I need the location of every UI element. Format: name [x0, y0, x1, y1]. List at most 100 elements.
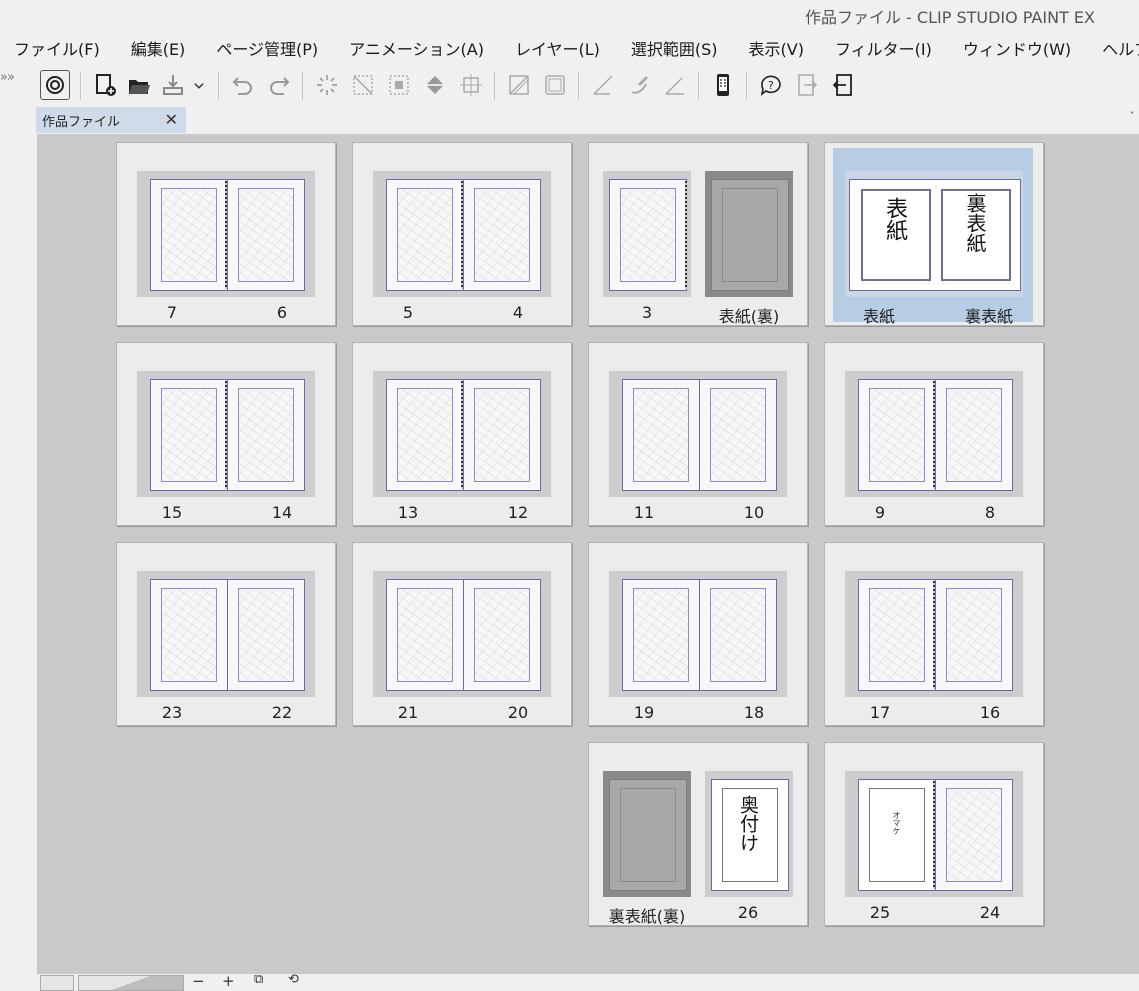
- page-thumbnail[interactable]: [609, 779, 687, 891]
- smartphone-icon[interactable]: [708, 70, 738, 100]
- spread-11-10[interactable]: 11 10: [588, 342, 808, 526]
- export-page-icon[interactable]: [792, 70, 822, 100]
- page-label: 7: [166, 303, 178, 322]
- page-thumbnail[interactable]: [150, 179, 228, 291]
- page-thumbnail[interactable]: [227, 179, 305, 291]
- transform-icon[interactable]: [456, 70, 486, 100]
- rotate-view-icon[interactable]: ⟲: [288, 972, 299, 987]
- page-label: 20: [507, 703, 529, 722]
- page-thumbnail[interactable]: [858, 379, 936, 491]
- navigator-thumbnail[interactable]: [40, 975, 74, 991]
- colophon-handwriting: 奥付け: [737, 795, 759, 852]
- page-thumbnail[interactable]: [711, 179, 789, 291]
- redo-icon[interactable]: [264, 70, 294, 100]
- page-label: 15: [161, 503, 183, 522]
- menu-page-management[interactable]: ページ管理(P): [216, 36, 318, 60]
- page-thumbnail[interactable]: [386, 579, 464, 691]
- page-thumbnail[interactable]: [227, 579, 305, 691]
- zoom-slider[interactable]: [78, 975, 184, 991]
- page-label: 12: [507, 503, 529, 522]
- show-selection-icon[interactable]: [504, 70, 534, 100]
- page-label: 5: [402, 303, 414, 322]
- page-thumbnail[interactable]: [858, 579, 936, 691]
- page-thumbnail[interactable]: [150, 379, 228, 491]
- spread-13-12[interactable]: 13 12: [352, 342, 572, 526]
- page-thumbnail[interactable]: [227, 379, 305, 491]
- tab-document[interactable]: 作品ファイル ✕: [36, 107, 186, 133]
- svg-text:?: ?: [768, 79, 774, 92]
- spread-21-20[interactable]: 21 20: [352, 542, 572, 726]
- clear-icon[interactable]: [312, 70, 342, 100]
- page-thumbnail[interactable]: [622, 579, 700, 691]
- menu-edit[interactable]: 編集(E): [131, 36, 186, 60]
- menu-layer[interactable]: レイヤー(L): [515, 36, 600, 60]
- ruler-icon[interactable]: [588, 70, 618, 100]
- fill-icon[interactable]: [420, 70, 450, 100]
- menu-file[interactable]: ファイル(F): [14, 36, 100, 60]
- dropdown-chevron-icon[interactable]: [190, 70, 208, 100]
- spread-19-18[interactable]: 19 18: [588, 542, 808, 726]
- menu-bar: ファイル(F) 編集(E) ページ管理(P) アニメーション(A) レイヤー(L…: [0, 34, 1139, 62]
- page-label: 19: [633, 703, 655, 722]
- page-thumbnail[interactable]: [858, 779, 936, 891]
- page-thumbnail[interactable]: [699, 579, 777, 691]
- select-all-icon[interactable]: [540, 70, 570, 100]
- menu-view[interactable]: 表示(V): [749, 36, 804, 60]
- help-icon[interactable]: ?: [756, 70, 786, 100]
- spread-15-14[interactable]: 15 14: [116, 342, 336, 526]
- pen-ruler-icon[interactable]: [624, 70, 654, 100]
- menu-animation[interactable]: アニメーション(A): [349, 36, 484, 60]
- zoom-in-button[interactable]: +: [222, 972, 235, 990]
- zoom-out-button[interactable]: −: [192, 972, 205, 990]
- page-label: 裏表紙: [964, 307, 1013, 326]
- spread-25-24[interactable]: オマケ 25 24: [824, 742, 1044, 926]
- back-cover-handwriting: 裏表紙: [963, 193, 987, 253]
- window-title: 作品ファイル - CLIP STUDIO PAINT EX: [804, 8, 1095, 27]
- menu-filter[interactable]: フィルター(I): [835, 36, 932, 60]
- omake-handwriting: オマケ: [892, 811, 901, 835]
- page-thumbnail[interactable]: [386, 379, 464, 491]
- page-thumbnail[interactable]: [935, 779, 1013, 891]
- menu-selection[interactable]: 選択範囲(S): [631, 36, 718, 60]
- spread-cover[interactable]: 表紙 裏表紙 表紙 裏表紙: [824, 142, 1044, 326]
- chevron-down-icon[interactable]: ˇ: [1130, 110, 1136, 123]
- fit-page-icon[interactable]: ⧉: [254, 972, 263, 987]
- page-thumbnail[interactable]: [463, 179, 541, 291]
- page-label: 18: [743, 703, 765, 722]
- page-thumbnail[interactable]: [609, 179, 687, 291]
- spread-back-cover-inside-26[interactable]: 奥付け 裏表紙(裏) 26: [588, 742, 808, 926]
- import-page-icon[interactable]: [828, 70, 858, 100]
- close-icon[interactable]: ✕: [165, 110, 178, 129]
- undo-icon[interactable]: [228, 70, 258, 100]
- export-icon[interactable]: [158, 70, 188, 100]
- page-label: 4: [512, 303, 524, 322]
- spread-5-4[interactable]: 5 4: [352, 142, 572, 326]
- page-label: 16: [979, 703, 1001, 722]
- clip-studio-icon[interactable]: [40, 70, 70, 100]
- select-area-icon[interactable]: [384, 70, 414, 100]
- new-file-icon[interactable]: [90, 70, 120, 100]
- page-thumbnail[interactable]: [150, 579, 228, 691]
- spread-7-6[interactable]: 7 6: [116, 142, 336, 326]
- open-file-icon[interactable]: [124, 70, 154, 100]
- expand-panel-icon[interactable]: »»: [0, 70, 15, 85]
- spread-3-cover-back[interactable]: 3 表紙(裏): [588, 142, 808, 326]
- spread-9-8[interactable]: 9 8: [824, 342, 1044, 526]
- page-thumbnail[interactable]: [935, 379, 1013, 491]
- deselect-icon[interactable]: [348, 70, 378, 100]
- page-thumbnail[interactable]: [935, 579, 1013, 691]
- menu-window[interactable]: ウィンドウ(W): [963, 36, 1071, 60]
- page-label: 表紙: [862, 307, 895, 326]
- page-label: 14: [271, 503, 293, 522]
- title-bar: 作品ファイル - CLIP STUDIO PAINT EX: [0, 0, 1139, 32]
- page-thumbnail[interactable]: [699, 379, 777, 491]
- page-thumbnail[interactable]: [463, 379, 541, 491]
- page-label: 11: [633, 503, 655, 522]
- page-thumbnail[interactable]: [386, 179, 464, 291]
- page-thumbnail[interactable]: [463, 579, 541, 691]
- spread-23-22[interactable]: 23 22: [116, 542, 336, 726]
- page-thumbnail[interactable]: [622, 379, 700, 491]
- spread-17-16[interactable]: 17 16: [824, 542, 1044, 726]
- line-icon[interactable]: [660, 70, 690, 100]
- menu-help[interactable]: ヘルプ(H): [1102, 36, 1139, 60]
